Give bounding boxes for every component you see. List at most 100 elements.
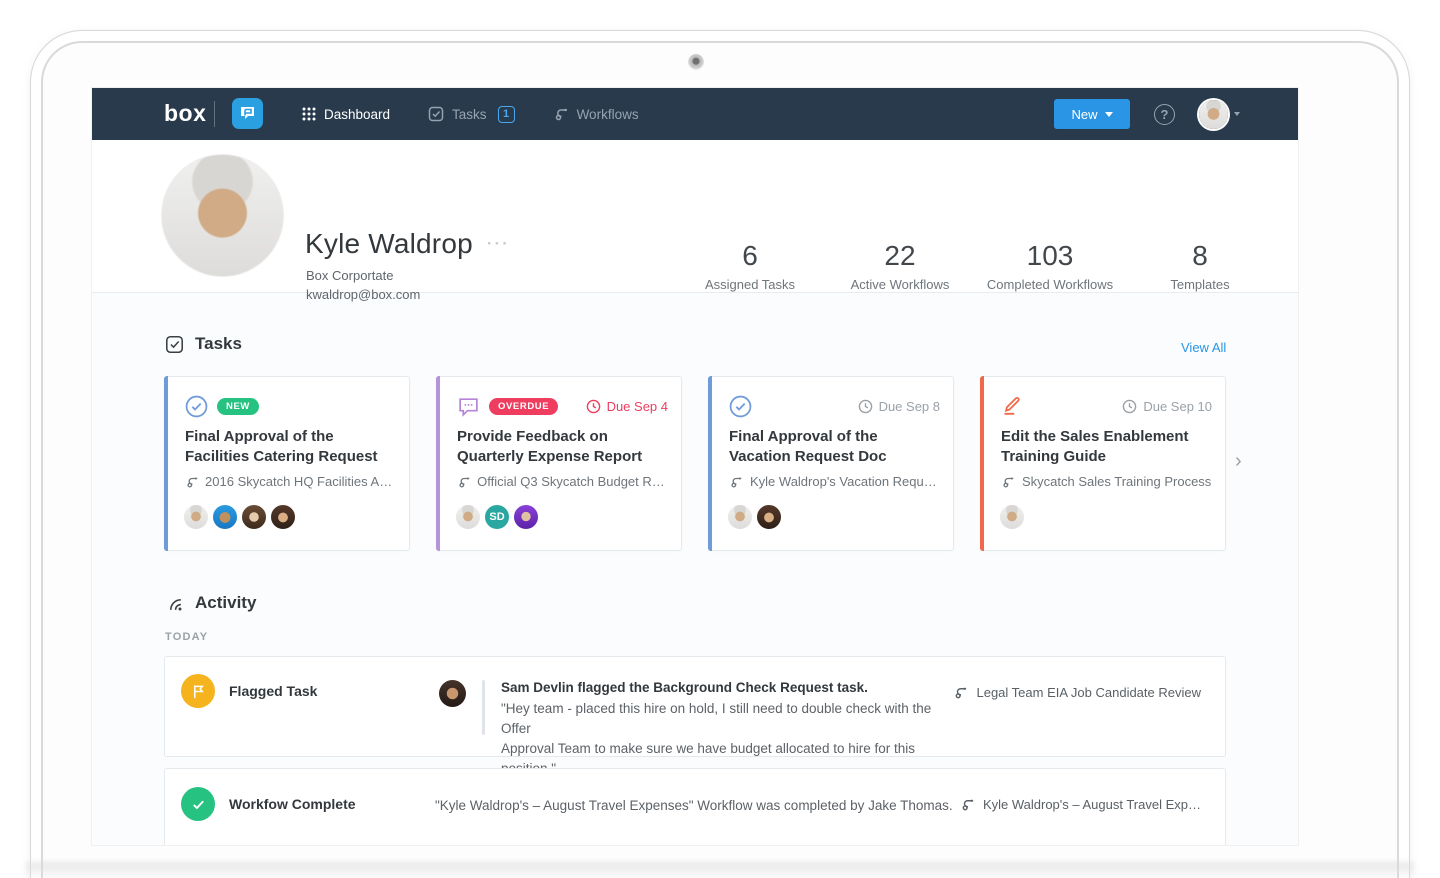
tasks-section-header: Tasks bbox=[165, 334, 242, 354]
assignee-avatars: SD bbox=[454, 503, 541, 531]
task-card[interactable]: Due Sep 8 Final Approval of the Vacation… bbox=[708, 376, 954, 551]
stat-label: Active Workflows bbox=[825, 277, 975, 292]
nav-item-workflows[interactable]: Workflows bbox=[553, 106, 639, 122]
assignee-avatars bbox=[726, 503, 784, 531]
assignee-avatars bbox=[182, 503, 298, 531]
device-base-shadow bbox=[26, 862, 1414, 878]
stat-value: 6 bbox=[675, 240, 825, 272]
avatar bbox=[755, 503, 783, 531]
clock-icon bbox=[1122, 399, 1137, 414]
edit-pencil-icon bbox=[1001, 395, 1024, 418]
grid-icon bbox=[302, 107, 316, 121]
workflow-name: Skycatch Sales Training Process bbox=[1022, 474, 1211, 489]
due-date-label: Due Sep 10 bbox=[1143, 399, 1212, 414]
check-circle-icon bbox=[185, 395, 208, 418]
task-title: Final Approval of the Vacation Request D… bbox=[729, 427, 937, 467]
stat-assigned-tasks: 6 Assigned Tasks bbox=[675, 240, 825, 292]
main-nav: Dashboard Tasks 1 Workflows bbox=[302, 88, 639, 140]
task-card[interactable]: NEW Final Approval of the Facilities Cat… bbox=[164, 376, 410, 551]
account-menu[interactable] bbox=[1199, 100, 1240, 129]
workflow-icon bbox=[457, 475, 470, 489]
status-badge: OVERDUE bbox=[489, 398, 558, 415]
card-accent bbox=[436, 376, 440, 551]
profile-avatar bbox=[162, 155, 283, 276]
status-badge: NEW bbox=[217, 398, 259, 415]
avatar bbox=[512, 503, 540, 531]
due-date: Due Sep 10 bbox=[1122, 399, 1212, 414]
due-date: Due Sep 4 bbox=[586, 399, 668, 414]
stat-value: 22 bbox=[825, 240, 975, 272]
profile-menu-dots[interactable]: ··· bbox=[487, 234, 510, 254]
stat-label: Completed Workflows bbox=[975, 277, 1125, 292]
due-date-label: Due Sep 8 bbox=[879, 399, 940, 414]
new-button-label: New bbox=[1071, 107, 1097, 122]
due-date-label: Due Sep 4 bbox=[607, 399, 668, 414]
profile-header: Kyle Waldrop ··· Box Corportate kwaldrop… bbox=[92, 140, 1298, 293]
task-check-icon bbox=[428, 106, 444, 122]
activity-row-flagged-task[interactable]: Flagged Task Sam Devlin flagged the Back… bbox=[164, 656, 1226, 757]
activity-row-workflow-complete[interactable]: Workfow Complete "Kyle Waldrop's – Augus… bbox=[164, 768, 1226, 845]
task-title: Provide Feedback on Quarterly Expense Re… bbox=[457, 427, 665, 467]
workflow-name: Kyle Waldrop's Vacation Request bbox=[750, 474, 941, 489]
card-accent bbox=[164, 376, 168, 551]
avatar bbox=[454, 503, 482, 531]
workflow-icon bbox=[553, 106, 569, 122]
view-all-link[interactable]: View All bbox=[1181, 340, 1226, 355]
workflow-name: Kyle Waldrop's – August Travel Exp… bbox=[983, 797, 1201, 812]
workflow-reference[interactable]: Kyle Waldrop's – August Travel Exp… bbox=[960, 797, 1201, 812]
stat-templates: 8 Templates bbox=[1125, 240, 1275, 292]
divider bbox=[214, 101, 215, 127]
avatar bbox=[439, 680, 466, 707]
workflow-name: 2016 Skycatch HQ Facilities Appr… bbox=[205, 474, 397, 489]
avatar bbox=[726, 503, 754, 531]
avatar bbox=[240, 503, 268, 531]
activity-type-label: Flagged Task bbox=[229, 683, 317, 699]
activity-headline: "Kyle Waldrop's – August Travel Expenses… bbox=[435, 798, 953, 813]
workflow-reference[interactable]: Legal Team EIA Job Candidate Review bbox=[953, 685, 1201, 700]
nav-label: Tasks bbox=[452, 107, 487, 122]
box-logo[interactable]: box bbox=[164, 100, 206, 127]
activity-quote-line: "Hey team - placed this hire on hold, I … bbox=[501, 699, 941, 739]
task-title: Final Approval of the Facilities Caterin… bbox=[185, 427, 393, 467]
workflow-icon bbox=[185, 475, 198, 489]
nav-item-tasks[interactable]: Tasks 1 bbox=[428, 106, 515, 123]
workflow-name: Legal Team EIA Job Candidate Review bbox=[976, 685, 1201, 700]
workflow-icon bbox=[729, 475, 743, 489]
clock-icon bbox=[586, 399, 601, 414]
stat-active-workflows: 22 Active Workflows bbox=[825, 240, 975, 292]
profile-email: kwaldrop@box.com bbox=[306, 287, 420, 302]
avatar bbox=[1199, 100, 1228, 129]
avatar bbox=[211, 503, 239, 531]
chevron-down-icon bbox=[1105, 112, 1113, 117]
new-button[interactable]: New bbox=[1054, 99, 1130, 129]
nav-label: Workflows bbox=[577, 107, 639, 122]
relay-logo-icon[interactable] bbox=[232, 98, 263, 129]
carousel-next-icon[interactable]: › bbox=[1235, 450, 1257, 472]
task-card[interactable]: Due Sep 10 Edit the Sales Enablement Tra… bbox=[980, 376, 1226, 551]
app-window: box Dashboard Tasks 1 bbox=[92, 88, 1298, 845]
activity-headline: Sam Devlin flagged the Background Check … bbox=[501, 680, 941, 695]
activity-type-label: Workfow Complete bbox=[229, 796, 356, 812]
navbar-right: New ? bbox=[1054, 88, 1240, 140]
workflow-icon bbox=[953, 685, 968, 700]
workflow-name: Official Q3 Skycatch Budget Report bbox=[477, 474, 669, 489]
chevron-down-icon bbox=[1234, 112, 1240, 116]
task-check-icon bbox=[165, 335, 184, 354]
task-card[interactable]: OVERDUE Due Sep 4 Provide Feedback on Qu… bbox=[436, 376, 682, 551]
activity-feed-icon bbox=[165, 594, 184, 613]
help-icon[interactable]: ? bbox=[1154, 104, 1175, 125]
tasks-count-badge: 1 bbox=[498, 106, 515, 123]
avatar-initials: SD bbox=[483, 503, 511, 531]
card-accent bbox=[980, 376, 984, 551]
check-circle-icon bbox=[729, 395, 752, 418]
nav-item-dashboard[interactable]: Dashboard bbox=[302, 107, 390, 122]
nav-label: Dashboard bbox=[324, 107, 390, 122]
stat-value: 103 bbox=[975, 240, 1125, 272]
section-title: Tasks bbox=[195, 334, 242, 354]
workflow-icon bbox=[960, 797, 975, 812]
profile-stats: 6 Assigned Tasks 22 Active Workflows 103… bbox=[675, 240, 1275, 292]
stat-value: 8 bbox=[1125, 240, 1275, 272]
quote-bar bbox=[482, 680, 485, 735]
stat-completed-workflows: 103 Completed Workflows bbox=[975, 240, 1125, 292]
clock-icon bbox=[858, 399, 873, 414]
